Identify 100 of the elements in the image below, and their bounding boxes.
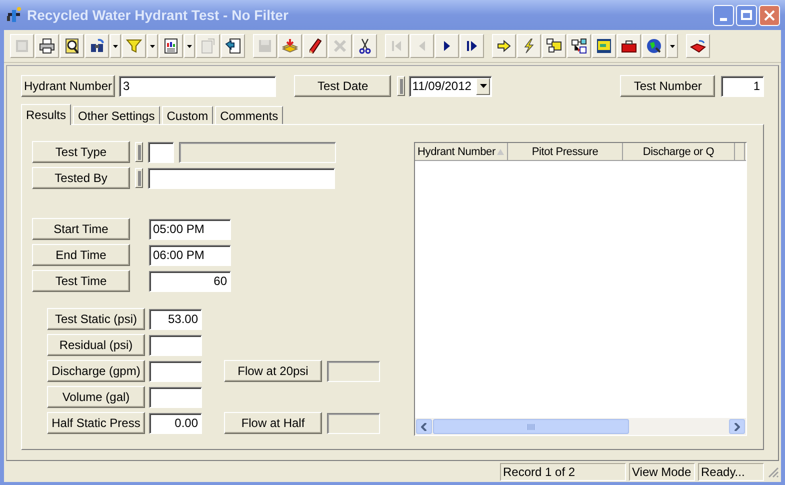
report-button[interactable] [159, 34, 183, 58]
tab[interactable]: Comments [215, 106, 284, 124]
scroll-left-button[interactable] [416, 419, 432, 434]
column-header[interactable]: Discharge or Q [623, 143, 735, 161]
horizontal-scrollbar[interactable] [415, 418, 746, 435]
caret-icon [150, 44, 155, 48]
diagram-icon [546, 38, 562, 54]
field-label-button[interactable]: Start Time [32, 218, 130, 240]
funnel-button[interactable] [122, 34, 146, 58]
export-button[interactable] [221, 34, 245, 58]
status-mode: View Mode [629, 462, 695, 480]
column-header[interactable]: Hydrant Number [415, 143, 508, 161]
caret-icon [480, 84, 487, 88]
number-field[interactable] [149, 386, 202, 408]
date-value: 11/09/2012 [411, 78, 472, 95]
printer-icon [39, 38, 55, 54]
column-header[interactable]: Pitot Pressure [508, 143, 623, 161]
lookup-button[interactable] [135, 168, 143, 188]
export-icon [225, 38, 241, 54]
field-label-button[interactable]: Volume (gal) [47, 386, 145, 408]
report-icon [163, 38, 179, 54]
lightning-button[interactable] [517, 34, 541, 58]
dropdown-button[interactable] [184, 34, 195, 58]
field-label-button[interactable]: Flow at Half [224, 412, 322, 434]
close-icon [764, 10, 775, 20]
magnifier-button[interactable] [60, 34, 84, 58]
dropdown-button[interactable] [147, 34, 158, 58]
linked-boxes-icon [571, 38, 587, 54]
window-title: Recycled Water Hydrant Test - No Filter [27, 6, 288, 25]
caret-icon [670, 44, 675, 48]
test-date-button[interactable]: Test Date [294, 75, 392, 97]
maximize-button[interactable] [736, 4, 757, 26]
number-field[interactable] [149, 334, 202, 356]
tab[interactable]: Other Settings [73, 106, 160, 124]
field-label-button[interactable]: Tested By [32, 167, 130, 189]
binoculars-icon [89, 38, 105, 54]
caret-icon [187, 44, 192, 48]
arrow-button[interactable] [492, 34, 516, 58]
field-label-button[interactable]: End Time [32, 244, 130, 266]
date-field[interactable]: 11/09/2012 [409, 76, 492, 96]
scissors-icon [357, 38, 373, 54]
pencil-icon [307, 38, 323, 54]
hydrant-number-field[interactable]: 3 [119, 76, 276, 96]
diagram-button[interactable] [542, 34, 566, 58]
scroll-thumb[interactable] [433, 419, 629, 434]
text-field[interactable] [148, 168, 335, 188]
field-label-button[interactable]: Test Static (psi) [47, 308, 145, 330]
test-number-field[interactable]: 1 [721, 76, 764, 96]
globe-icon [646, 38, 662, 54]
toolbox-icon [621, 38, 637, 54]
result-field [327, 360, 380, 382]
printer-button[interactable] [35, 34, 59, 58]
hydrant-number-button[interactable]: Hydrant Number [21, 75, 115, 97]
time-field[interactable]: 06:00 PM [149, 244, 231, 266]
linked-boxes-button[interactable] [567, 34, 591, 58]
binoculars-button[interactable] [85, 34, 109, 58]
time-field[interactable]: 05:00 PM [149, 218, 231, 240]
document-icon [200, 38, 216, 54]
exit-button[interactable] [686, 34, 710, 58]
magnifier-icon [64, 38, 80, 54]
lookup-button[interactable] [135, 142, 143, 162]
exit-icon [690, 38, 706, 54]
map-button[interactable] [592, 34, 616, 58]
test-number-button[interactable]: Test Number [620, 75, 716, 97]
lookup-button[interactable] [397, 76, 406, 96]
stack-button[interactable] [278, 34, 302, 58]
tab[interactable]: Custom [162, 106, 214, 124]
grip-icon [527, 424, 535, 430]
number-field[interactable] [149, 360, 202, 382]
caret-icon [113, 44, 118, 48]
field-label-button[interactable]: Half Static Press [47, 412, 145, 434]
globe-button[interactable] [642, 34, 666, 58]
status-record: Record 1 of 2 [500, 462, 626, 480]
map-icon [596, 38, 612, 54]
number-field[interactable]: 0.00 [149, 412, 202, 434]
field-label-button[interactable]: Test Time [32, 270, 130, 292]
code-field[interactable] [148, 142, 174, 162]
tab[interactable]: Results [21, 104, 72, 125]
minimize-button[interactable] [713, 4, 734, 26]
last-record-button[interactable] [460, 34, 484, 58]
floppy-icon [257, 38, 273, 54]
arrow-icon [496, 38, 512, 54]
next-record-button[interactable] [435, 34, 459, 58]
number-field[interactable]: 60 [149, 270, 231, 292]
number-field[interactable]: 53.00 [149, 308, 202, 330]
dropdown-button[interactable] [476, 78, 490, 94]
close-button[interactable] [759, 4, 780, 26]
scissors-button[interactable] [353, 34, 377, 58]
result-field [327, 412, 380, 434]
funnel-icon [126, 38, 142, 54]
field-label-button[interactable]: Discharge (gpm) [47, 360, 145, 382]
pencil-button[interactable] [303, 34, 327, 58]
dropdown-button[interactable] [667, 34, 678, 58]
dropdown-button[interactable] [110, 34, 121, 58]
field-label-button[interactable]: Residual (psi) [47, 334, 145, 356]
field-label-button[interactable]: Flow at 20psi [224, 360, 322, 382]
resize-grip-icon[interactable] [767, 466, 779, 478]
scroll-right-button[interactable] [729, 419, 745, 434]
field-label-button[interactable]: Test Type [32, 141, 130, 163]
toolbox-button[interactable] [617, 34, 641, 58]
